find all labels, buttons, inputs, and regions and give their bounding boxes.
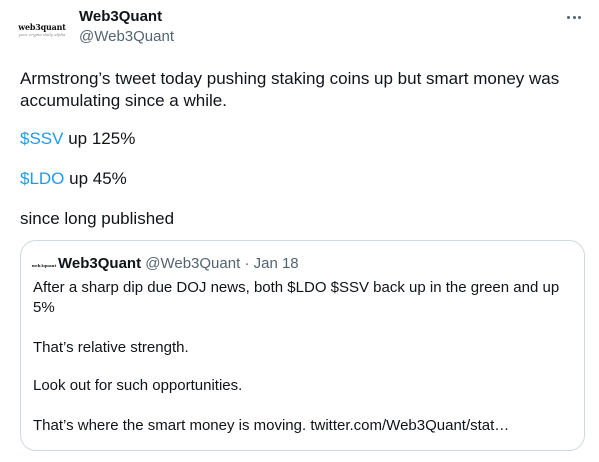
separator-dot: · (244, 255, 250, 272)
avatar-tagline: your crypto daily alpha (18, 32, 66, 37)
author-avatar[interactable]: web3quant your crypto daily alpha (18, 6, 66, 54)
quoted-text: After a sharp dip due DOJ news, both $LD… (33, 279, 560, 316)
cashtag-link[interactable]: $LDO (20, 169, 64, 188)
tweet-text-line: Armstrong’s tweet today pushing staking … (20, 69, 560, 110)
quoted-text: Look out for such opportunities. (33, 377, 243, 394)
tweet-text-line: since long published (20, 209, 175, 228)
quoted-author-avatar: web3quant (31, 255, 57, 275)
tweet-text-line: $LDO up 45% (20, 168, 585, 190)
quoted-text: That’s relative strength. (33, 339, 189, 356)
author-name[interactable]: Web3Quant (79, 8, 162, 26)
quoted-tweet[interactable]: web3quant Web3Quant @Web3Quant · Jan 18 … (20, 240, 585, 451)
quoted-text: That’s where the smart money is moving. … (33, 417, 510, 434)
quoted-avatar-logo: web3quant (31, 262, 57, 268)
cashtag-link[interactable]: $SSV (20, 129, 63, 148)
avatar-logo: web3quant (18, 22, 66, 32)
tweet-card[interactable]: web3quant your crypto daily alpha Web3Qu… (0, 0, 599, 462)
more-horizontal-icon[interactable] (562, 8, 586, 26)
tweet-text-line: $SSV up 125% (20, 128, 585, 150)
quoted-author-handle: @Web3Quant (145, 255, 241, 272)
tweet-text-fragment: up 125% (63, 129, 136, 148)
quoted-date: Jan 18 (253, 255, 299, 272)
author-handle[interactable]: @Web3Quant (79, 28, 174, 46)
quoted-author-name: Web3Quant (58, 255, 142, 272)
quoted-tweet-header: Web3Quant @Web3Quant · Jan 18 (58, 255, 299, 273)
tweet-text-fragment: up 45% (64, 169, 127, 188)
